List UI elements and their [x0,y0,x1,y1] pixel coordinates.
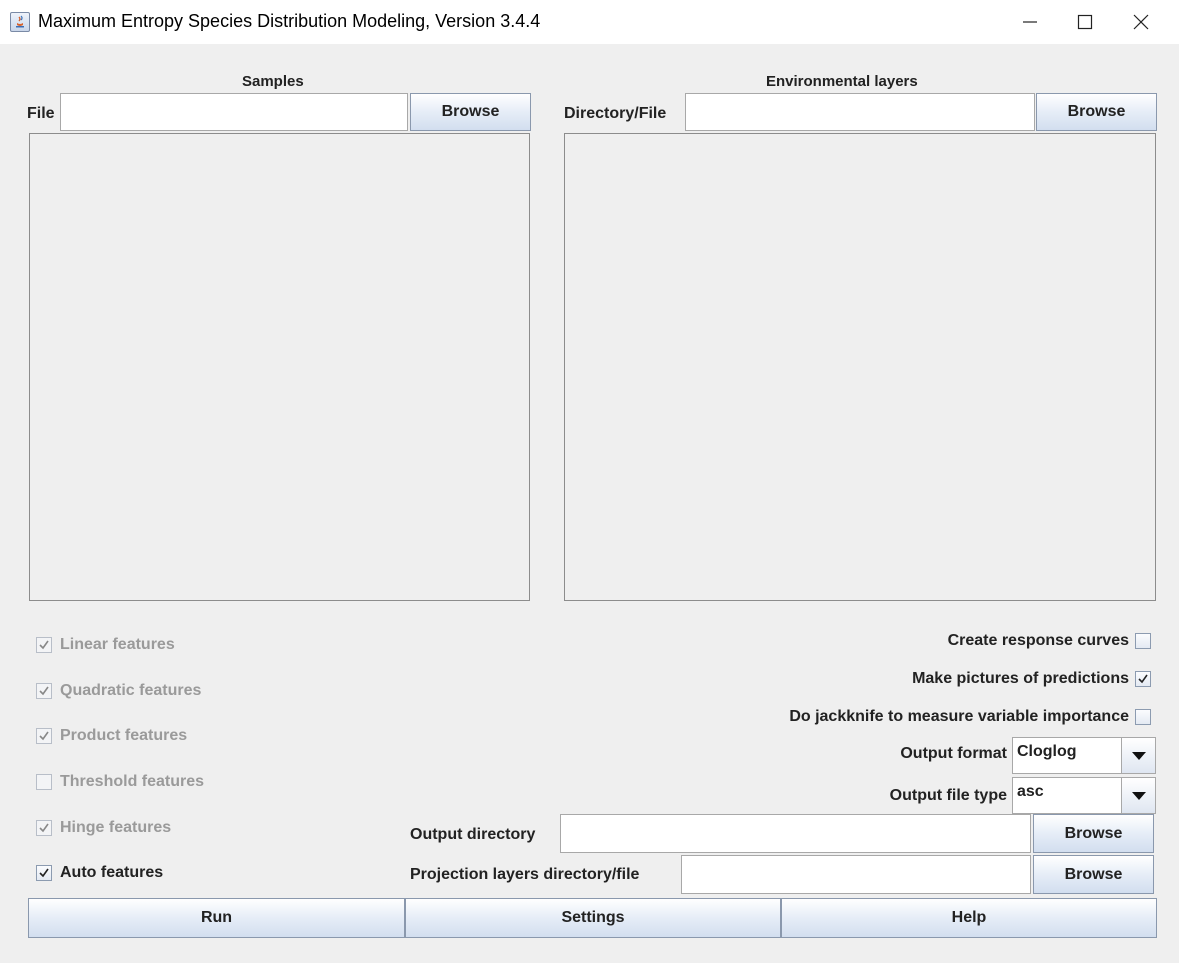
environment-directory-label: Directory/File [564,105,667,122]
quadratic-features-option[interactable]: Quadratic features [36,682,201,700]
chevron-down-icon [1131,791,1146,800]
close-button[interactable] [1113,0,1169,44]
make-pictures-checkbox[interactable] [1135,671,1151,687]
environment-browse-button[interactable]: Browse [1036,93,1157,131]
auto-features-option[interactable]: Auto features [36,864,163,882]
run-button[interactable]: Run [28,898,405,938]
jackknife-label: Do jackknife to measure variable importa… [789,708,1129,725]
output-file-type-dropdown-arrow[interactable] [1121,778,1155,813]
projection-layers-label: Projection layers directory/file [410,866,640,883]
product-features-checkbox[interactable] [36,728,52,744]
environment-directory-input[interactable] [685,93,1035,131]
maximize-icon [1077,14,1093,30]
samples-browse-button[interactable]: Browse [410,93,531,131]
hinge-features-checkbox[interactable] [36,820,52,836]
linear-features-option[interactable]: Linear features [36,636,175,654]
java-app-icon[interactable] [10,12,30,32]
quadratic-features-checkbox[interactable] [36,683,52,699]
create-response-curves-checkbox[interactable] [1135,633,1151,649]
samples-species-list[interactable] [29,133,530,601]
environmental-layers-heading: Environmental layers [766,73,918,90]
output-directory-label: Output directory [410,826,536,843]
jackknife-option[interactable]: Do jackknife to measure variable importa… [789,708,1151,726]
settings-button[interactable]: Settings [405,898,781,938]
threshold-features-checkbox[interactable] [36,774,52,790]
window-title: Maximum Entropy Species Distribution Mod… [38,11,541,31]
product-features-option[interactable]: Product features [36,727,187,745]
hinge-features-label: Hinge features [60,819,172,836]
product-features-label: Product features [60,727,188,744]
threshold-features-label: Threshold features [60,773,205,790]
linear-features-label: Linear features [60,636,175,653]
create-response-curves-option[interactable]: Create response curves [948,632,1151,650]
chevron-down-icon [1131,751,1146,760]
quadratic-features-label: Quadratic features [60,682,202,699]
make-pictures-option[interactable]: Make pictures of predictions [912,670,1151,688]
output-file-type-value: asc [1017,783,1044,800]
samples-heading: Samples [242,73,304,90]
maximize-button[interactable] [1057,0,1113,44]
output-directory-input[interactable] [560,814,1031,853]
jackknife-checkbox[interactable] [1135,709,1151,725]
output-format-select[interactable]: Cloglog [1012,737,1156,774]
close-icon [1133,14,1149,30]
projection-layers-input[interactable] [681,855,1031,894]
samples-file-label: File [27,105,55,122]
samples-file-input[interactable] [60,93,408,131]
title-bar: Maximum Entropy Species Distribution Mod… [0,0,1179,44]
minimize-button[interactable] [1002,0,1058,44]
output-file-type-label: Output file type [889,787,1007,804]
threshold-features-option[interactable]: Threshold features [36,773,204,791]
output-format-label: Output format [900,745,1007,762]
auto-features-checkbox[interactable] [36,865,52,881]
environmental-layers-list[interactable] [564,133,1156,601]
linear-features-checkbox[interactable] [36,637,52,653]
hinge-features-option[interactable]: Hinge features [36,819,171,837]
auto-features-label: Auto features [60,864,164,881]
minimize-icon [1023,21,1037,23]
create-response-curves-label: Create response curves [947,632,1129,649]
projection-layers-browse-button[interactable]: Browse [1033,855,1154,894]
output-directory-browse-button[interactable]: Browse [1033,814,1154,853]
make-pictures-label: Make pictures of predictions [912,670,1129,687]
output-format-dropdown-arrow[interactable] [1121,738,1155,773]
output-format-value: Cloglog [1017,743,1077,760]
help-button[interactable]: Help [781,898,1157,938]
output-file-type-select[interactable]: asc [1012,777,1156,814]
